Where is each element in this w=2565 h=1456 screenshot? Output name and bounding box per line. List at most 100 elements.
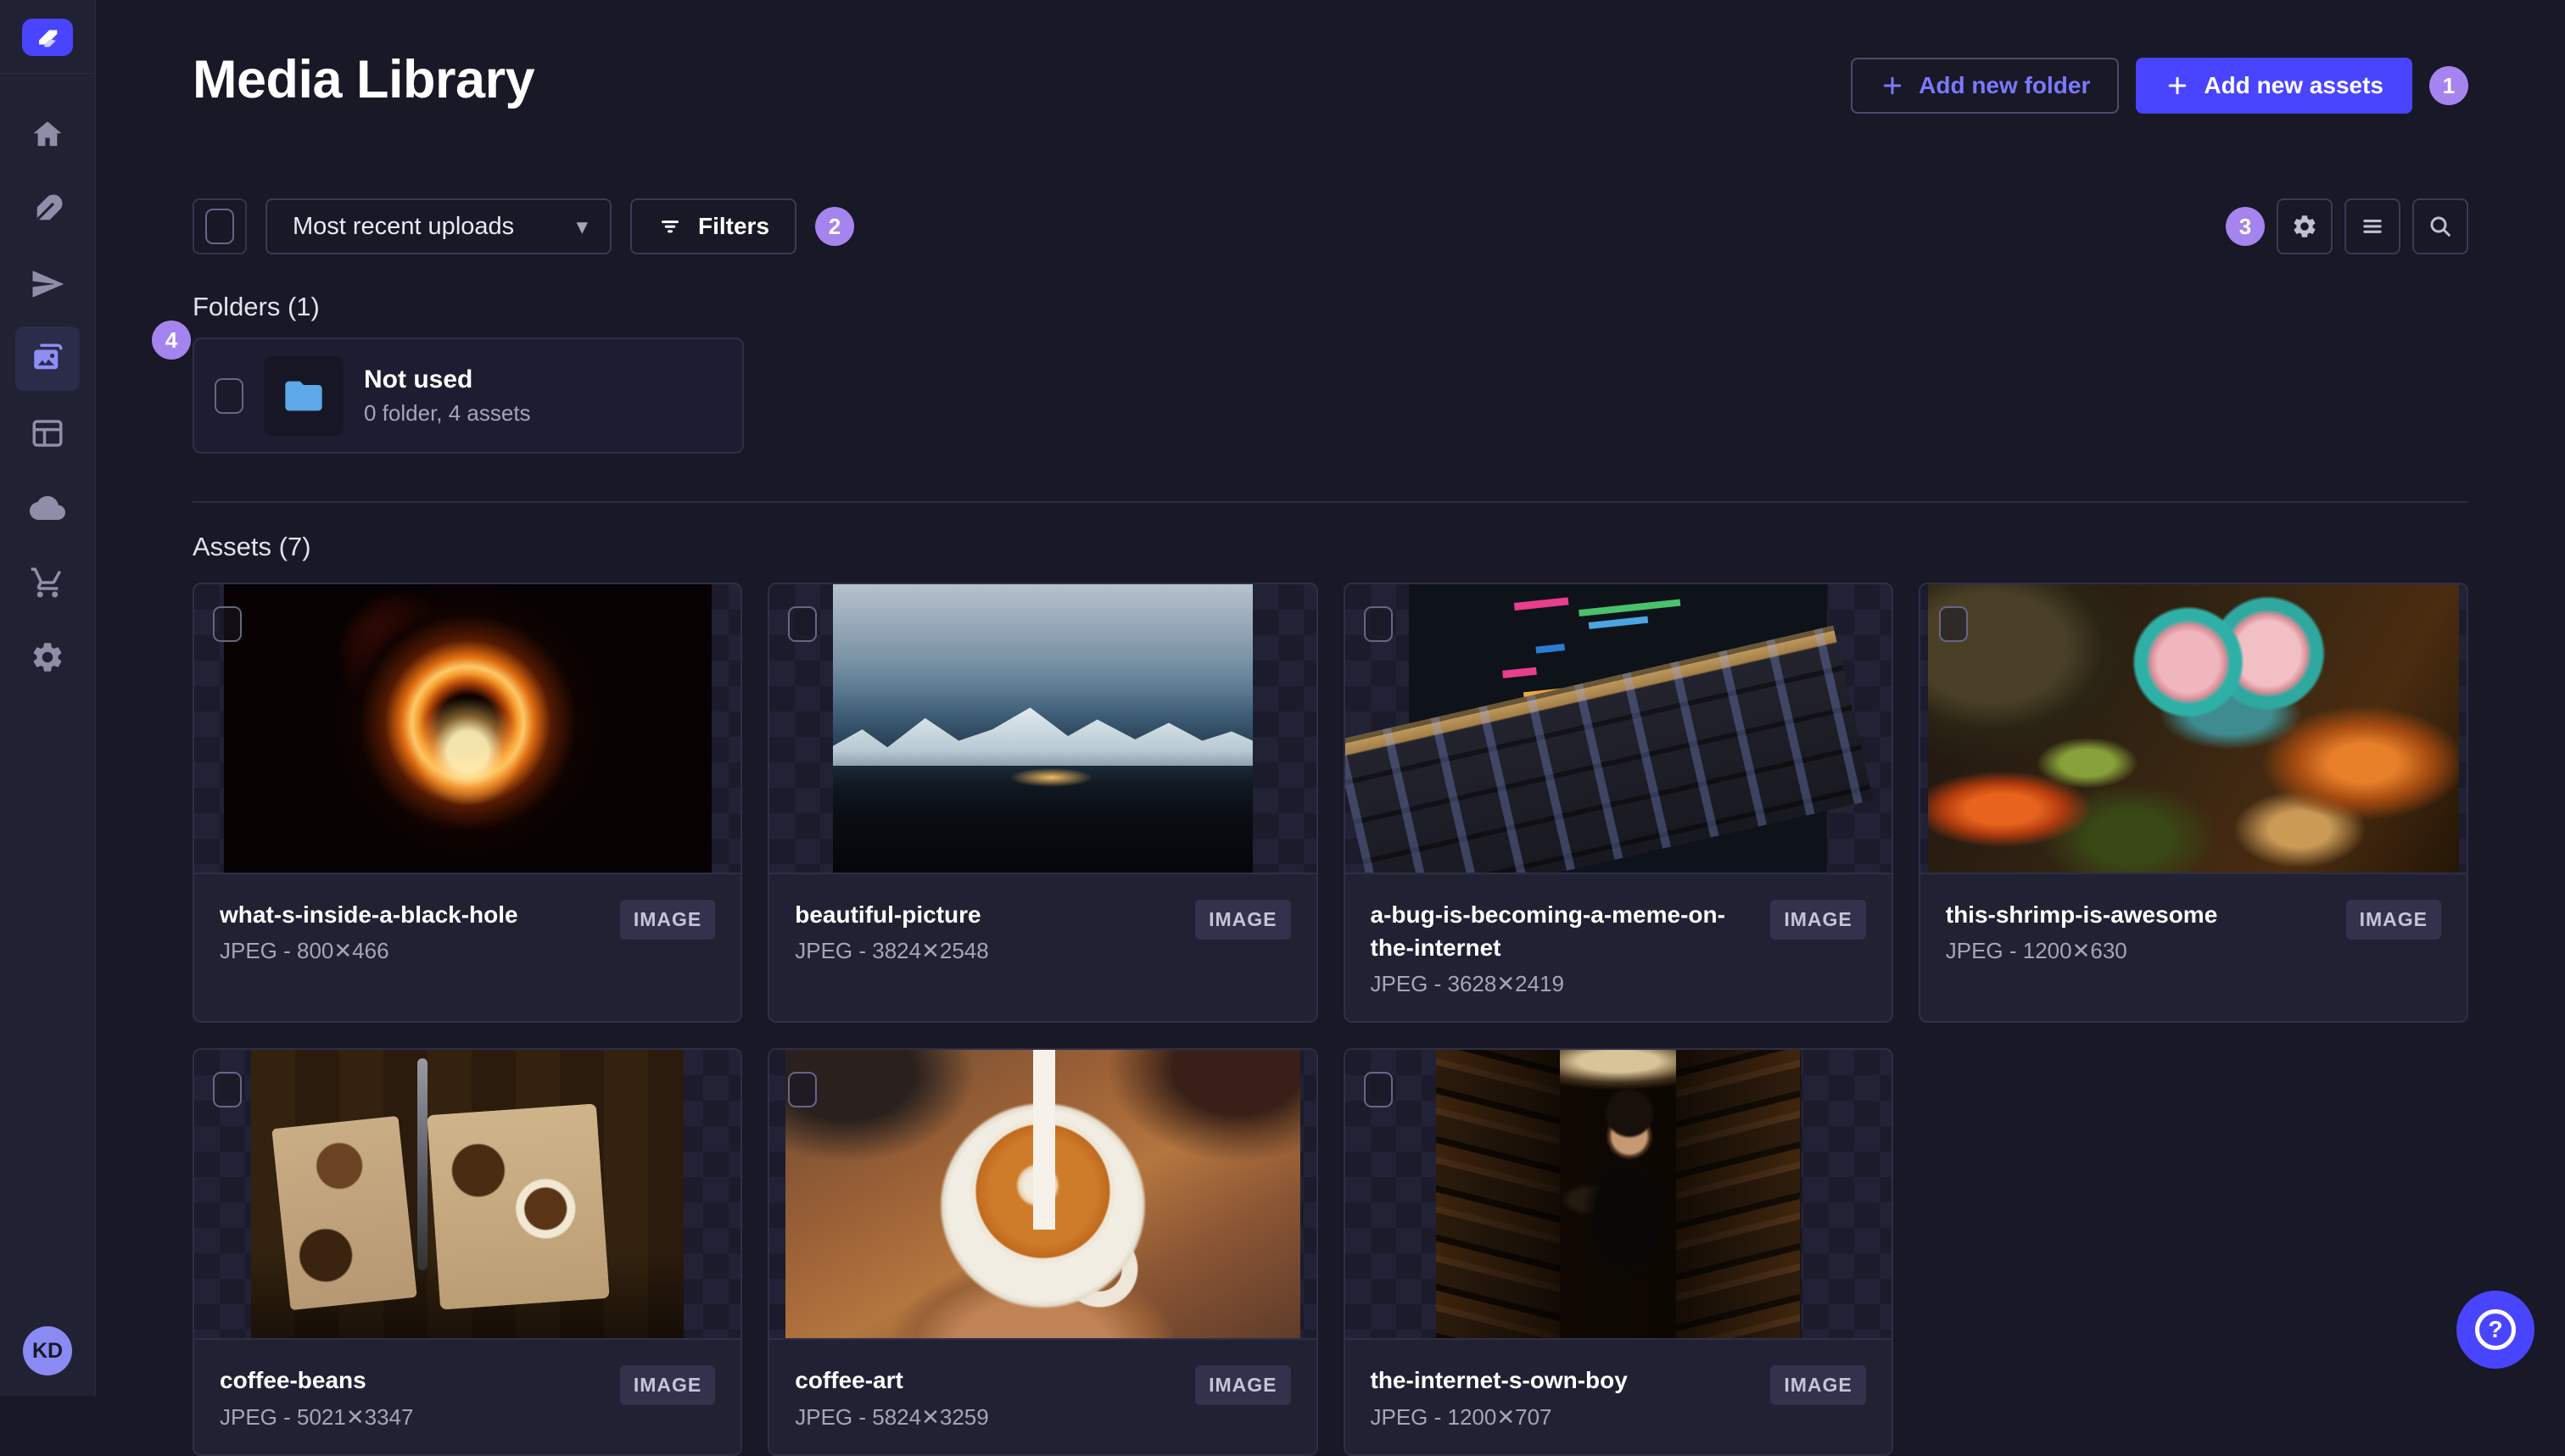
- folder-text: Not used 0 folder, 4 assets: [364, 365, 531, 427]
- asset-checkbox[interactable]: [788, 606, 818, 642]
- toolbar: Most recent uploads ▾ Filters 2 3: [193, 198, 2468, 254]
- asset-meta: JPEG - 3628✕2419: [1370, 971, 1564, 997]
- tour-badge-4[interactable]: 4: [152, 321, 191, 360]
- asset-checkbox[interactable]: [1938, 606, 1968, 642]
- cloud-icon: [30, 496, 65, 520]
- asset-media: [194, 584, 741, 873]
- gear-icon: [2294, 215, 2316, 237]
- main-content: Media Library Add new folder Add new ass…: [96, 0, 2565, 1456]
- asset-thumbnail-black-hole: [223, 584, 712, 873]
- filters-label: Filters: [698, 213, 770, 239]
- asset-card[interactable]: coffee-beans JPEG - 5021✕3347 IMAGE: [193, 1048, 743, 1456]
- media-library-icon: [34, 343, 63, 370]
- page-title: Media Library: [193, 50, 535, 109]
- assets-heading: Assets (7): [193, 532, 311, 561]
- asset-checkbox[interactable]: [1363, 606, 1393, 642]
- asset-meta: JPEG - 5021✕3347: [220, 1403, 414, 1430]
- view-settings-button[interactable]: [2277, 198, 2333, 254]
- header-actions: Add new folder Add new assets 1: [1851, 58, 2468, 114]
- strapi-logo-icon[interactable]: [22, 19, 73, 56]
- chevron-down-icon: ▾: [576, 213, 588, 239]
- search-button[interactable]: [2412, 198, 2468, 254]
- asset-card[interactable]: what-s-inside-a-black-hole JPEG - 800✕46…: [193, 583, 743, 1024]
- asset-meta: JPEG - 5824✕3259: [795, 1403, 989, 1430]
- sidebar-item-deploy[interactable]: [15, 476, 80, 540]
- add-new-folder-button[interactable]: Add new folder: [1851, 58, 2120, 114]
- tour-badge-1[interactable]: 1: [2429, 66, 2468, 105]
- tour-badge-3[interactable]: 3: [2226, 207, 2265, 246]
- asset-card[interactable]: this-shrimp-is-awesome JPEG - 1200✕630 I…: [1918, 583, 2468, 1024]
- sidebar-divider: [0, 73, 95, 74]
- sort-select-value: Most recent uploads: [293, 212, 515, 240]
- asset-card[interactable]: the-internet-s-own-boy JPEG - 1200✕707 I…: [1343, 1048, 1893, 1456]
- section-divider: [193, 501, 2468, 503]
- help-button[interactable]: ?: [2456, 1291, 2534, 1369]
- toolbar-left: Most recent uploads ▾ Filters 2: [193, 198, 855, 254]
- asset-media: [769, 1050, 1316, 1339]
- sidebar-item-media-library[interactable]: [15, 326, 80, 391]
- asset-card[interactable]: coffee-art JPEG - 5824✕3259 IMAGE: [768, 1048, 1318, 1456]
- search-icon: [2430, 216, 2450, 237]
- asset-media: [1344, 1050, 1892, 1339]
- asset-checkbox[interactable]: [213, 1072, 242, 1108]
- sidebar-item-home[interactable]: [15, 103, 80, 167]
- logo-glyph-icon: [39, 30, 58, 47]
- asset-thumbnail-coffee-art: [785, 1050, 1300, 1339]
- select-all-wrapper[interactable]: [193, 198, 247, 254]
- sidebar-item-content[interactable]: [15, 177, 80, 242]
- asset-name: what-s-inside-a-black-hole: [220, 901, 518, 928]
- asset-info: this-shrimp-is-awesome JPEG - 1200✕630 I…: [1920, 873, 2467, 989]
- plus-icon: [1883, 76, 1902, 95]
- asset-checkbox[interactable]: [213, 606, 242, 642]
- asset-type-badge: IMAGE: [1195, 900, 1291, 940]
- portafilter-shape: [417, 1058, 428, 1271]
- select-all-checkbox[interactable]: [205, 209, 234, 244]
- paper-plane-icon: [32, 271, 64, 298]
- asset-type-badge: IMAGE: [2345, 900, 2441, 940]
- plus-icon: [2169, 76, 2187, 95]
- sort-select[interactable]: Most recent uploads ▾: [265, 198, 612, 254]
- sidebar-item-settings[interactable]: [15, 625, 80, 689]
- avatar[interactable]: KD: [23, 1326, 72, 1375]
- asset-type-badge: IMAGE: [1770, 900, 1866, 940]
- add-new-assets-button[interactable]: Add new assets: [2136, 58, 2412, 114]
- asset-info: coffee-beans JPEG - 5021✕3347 IMAGE: [194, 1338, 741, 1454]
- folder-checkbox[interactable]: [215, 377, 243, 414]
- asset-name: coffee-art: [795, 1367, 903, 1394]
- folder-name: Not used: [364, 365, 473, 393]
- toolbar-right: 3: [2226, 198, 2468, 254]
- sidebar: KD: [0, 0, 96, 1396]
- asset-thumbnail-mountains: [832, 584, 1253, 873]
- filters-button[interactable]: Filters: [630, 198, 797, 254]
- asset-media: [1920, 584, 2467, 873]
- list-icon: [2363, 220, 2382, 233]
- asset-card[interactable]: a-bug-is-becoming-a-meme-on-the-internet…: [1343, 583, 1893, 1024]
- asset-text: coffee-beans JPEG - 5021✕3347: [220, 1364, 603, 1430]
- feather-icon: [36, 194, 63, 221]
- asset-media: [194, 1050, 741, 1339]
- list-view-button[interactable]: [2344, 198, 2400, 254]
- sidebar-item-releases[interactable]: [15, 252, 80, 316]
- avatar-initials: KD: [31, 1338, 64, 1363]
- asset-checkbox[interactable]: [1363, 1072, 1393, 1108]
- asset-meta: JPEG - 1200✕630: [1945, 938, 2127, 964]
- asset-text: beautiful-picture JPEG - 3824✕2548: [795, 898, 1178, 964]
- asset-name: beautiful-picture: [795, 901, 981, 928]
- asset-thumbnail-code-laptop: [1409, 584, 1828, 873]
- asset-type-badge: IMAGE: [619, 900, 716, 940]
- tour-badge-2[interactable]: 2: [815, 207, 855, 246]
- filter-icon: [662, 220, 679, 233]
- asset-type-badge: IMAGE: [1195, 1365, 1291, 1406]
- asset-card[interactable]: beautiful-picture JPEG - 3824✕2548 IMAGE: [768, 583, 1318, 1024]
- help-glyph: ?: [2488, 1316, 2503, 1342]
- asset-text: this-shrimp-is-awesome JPEG - 1200✕630: [1946, 898, 2329, 964]
- sidebar-nav: [15, 94, 80, 689]
- sidebar-item-content-type-builder[interactable]: [15, 401, 80, 466]
- folders-heading: Folders (1): [193, 292, 320, 321]
- folder-card[interactable]: Not used 0 folder, 4 assets: [193, 338, 744, 454]
- asset-meta: JPEG - 1200✕707: [1370, 1403, 1552, 1430]
- asset-thumbnail-library-boy: [1435, 1050, 1801, 1339]
- sidebar-item-marketplace[interactable]: [15, 550, 80, 615]
- help-icon: ?: [2475, 1309, 2516, 1350]
- asset-checkbox[interactable]: [788, 1072, 818, 1108]
